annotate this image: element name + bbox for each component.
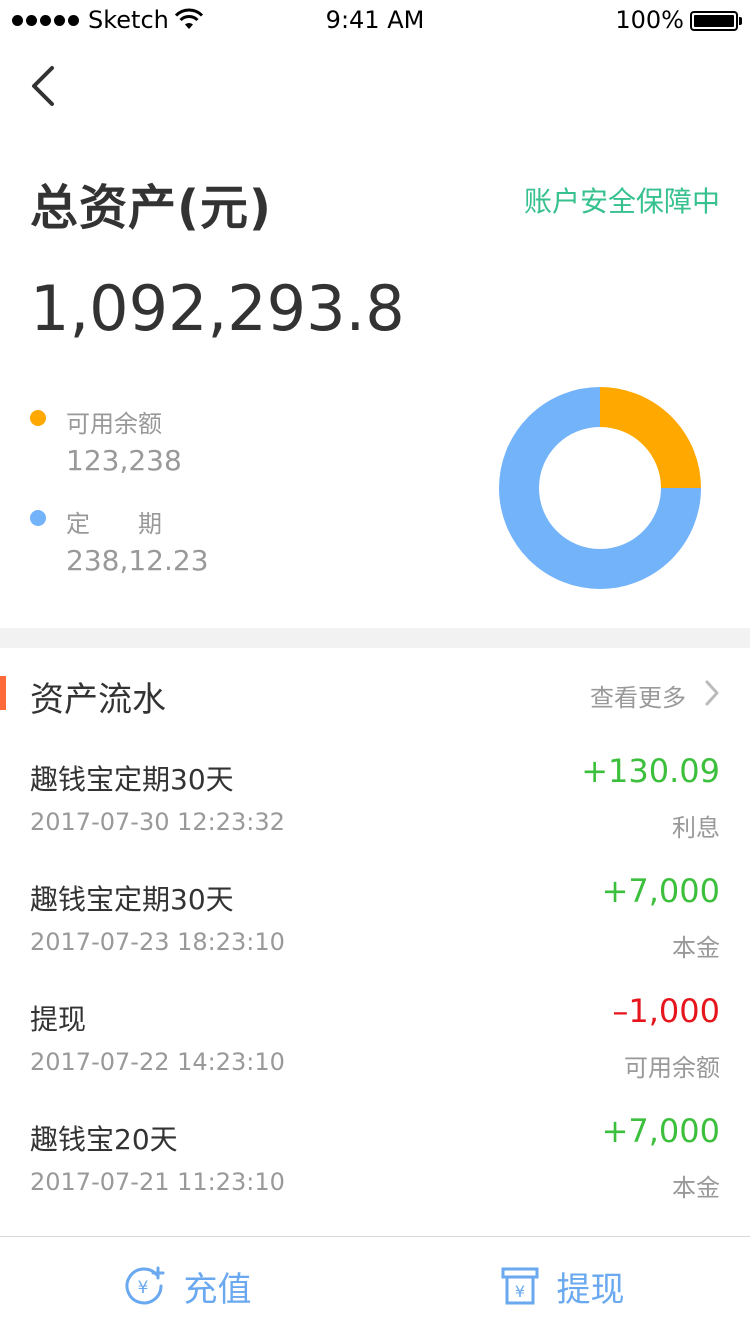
- transaction-amount: +7,000: [601, 1112, 720, 1150]
- section-divider: [0, 628, 750, 648]
- battery-percent: 100%: [615, 6, 684, 34]
- withdraw-button[interactable]: ¥ 提现: [375, 1237, 750, 1334]
- transaction-name: 趣钱宝定期30天: [30, 883, 234, 916]
- transaction-name: 提现: [30, 1003, 87, 1036]
- transaction-time: 2017-07-22 14:23:10: [30, 1048, 285, 1076]
- back-chevron-icon[interactable]: [26, 62, 62, 110]
- legend-label-available: 可用余额: [66, 410, 162, 438]
- transaction-time: 2017-07-23 18:23:10: [30, 928, 285, 956]
- list-item[interactable]: 趣钱宝20天 2017-07-21 11:23:10 +7,000 本金: [0, 1112, 750, 1238]
- transaction-name: 趣钱宝20天: [30, 1123, 178, 1156]
- total-assets-value: 1,092,293.8: [30, 272, 405, 345]
- svg-text:¥: ¥: [514, 1282, 524, 1301]
- transaction-type: 利息: [672, 814, 720, 842]
- transaction-type: 可用余额: [624, 1054, 720, 1082]
- transaction-type: 本金: [672, 1174, 720, 1202]
- transaction-amount: +7,000: [601, 872, 720, 910]
- withdraw-label: 提现: [556, 1269, 625, 1310]
- legend-value-fixed: 238,12.23: [66, 544, 209, 577]
- legend-value-available: 123,238: [66, 444, 182, 477]
- recharge-button[interactable]: ¥ 充值: [0, 1237, 375, 1334]
- list-item[interactable]: 趣钱宝定期30天 2017-07-23 18:23:10 +7,000 本金: [0, 872, 750, 998]
- donut-slice-available: [599, 387, 701, 489]
- transaction-amount: –1,000: [612, 992, 720, 1030]
- section-title: 资产流水: [30, 680, 166, 720]
- svg-text:¥: ¥: [137, 1278, 148, 1298]
- transaction-time: 2017-07-30 12:23:32: [30, 808, 285, 836]
- yen-plus-icon: ¥: [125, 1266, 164, 1305]
- legend-dot-fixed: [30, 510, 46, 526]
- transaction-type: 本金: [672, 934, 720, 962]
- section-accent-bar: [0, 676, 6, 710]
- legend-dot-available: [30, 410, 46, 426]
- status-bar: Sketch 9:41 AM 100%: [0, 0, 750, 40]
- transaction-time: 2017-07-21 11:23:10: [30, 1168, 285, 1196]
- security-status: 账户安全保障中: [523, 185, 720, 218]
- chevron-right-icon[interactable]: [702, 678, 722, 708]
- bottom-action-bar: ¥ 充值 ¥ 提现: [0, 1236, 750, 1334]
- asset-donut-chart: [499, 387, 701, 589]
- list-item[interactable]: 提现 2017-07-22 14:23:10 –1,000 可用余额: [0, 992, 750, 1118]
- battery-icon: [690, 11, 738, 31]
- page-title: 总资产(元): [30, 180, 272, 236]
- recharge-label: 充值: [183, 1269, 252, 1310]
- view-more-link[interactable]: 查看更多: [590, 678, 686, 713]
- legend-label-fixed: 定 期: [66, 510, 162, 538]
- battery-tip: [739, 17, 742, 25]
- transaction-amount: +130.09: [581, 752, 720, 790]
- yen-box-icon: ¥: [501, 1267, 538, 1305]
- list-item[interactable]: 趣钱宝定期30天 2017-07-30 12:23:32 +130.09 利息: [0, 752, 750, 878]
- transaction-name: 趣钱宝定期30天: [30, 763, 234, 796]
